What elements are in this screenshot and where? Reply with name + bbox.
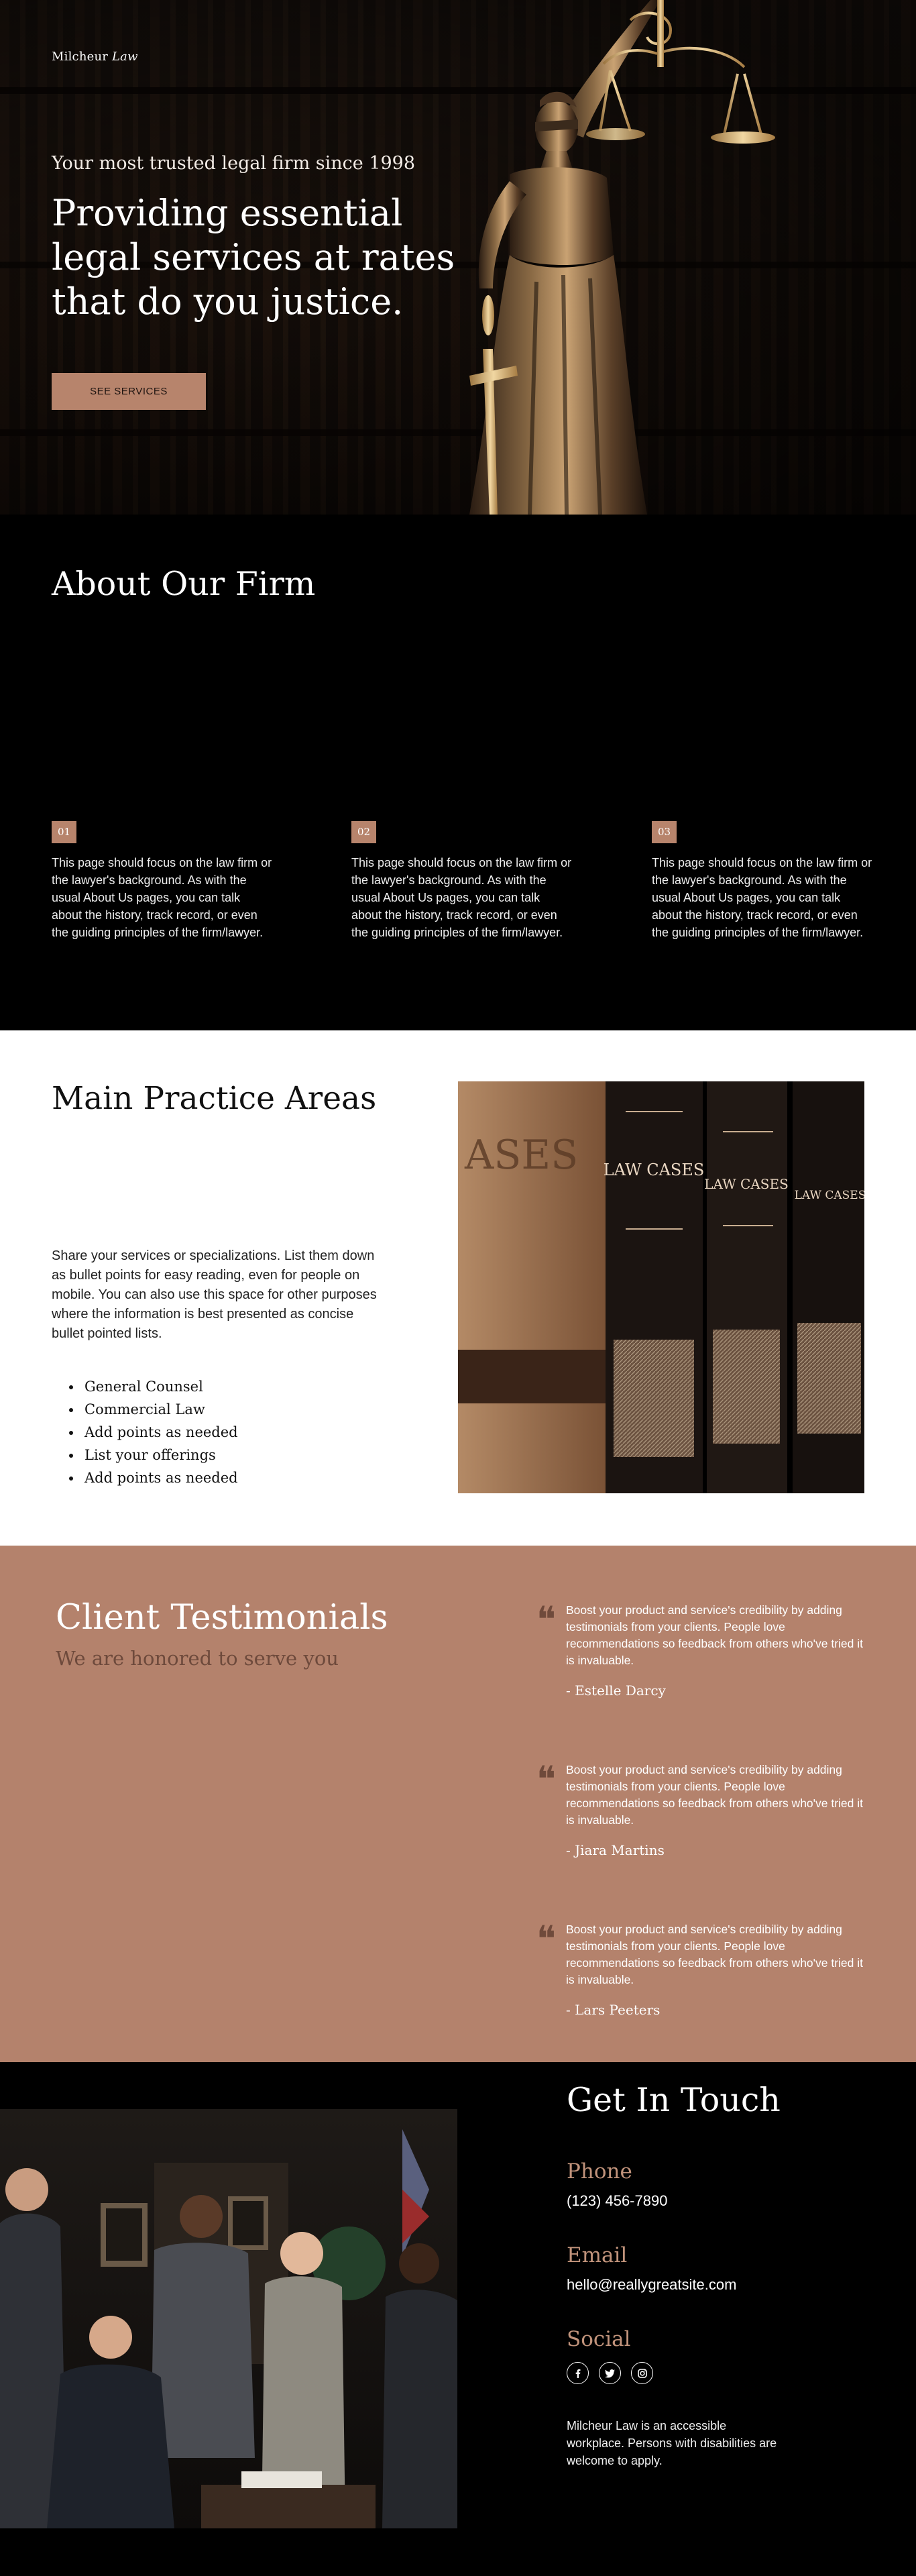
phone-label: Phone bbox=[567, 2159, 632, 2184]
testimonials-subtitle: We are honored to serve you bbox=[56, 1647, 339, 1670]
testimonial-item: ❝ Boost your product and service's credi… bbox=[536, 1602, 872, 1699]
svg-text:ASES: ASES bbox=[464, 1132, 578, 1179]
quote-icon: ❝ bbox=[536, 1918, 557, 1960]
testimonial-item: ❝ Boost your product and service's credi… bbox=[536, 1758, 872, 1859]
about-number-badge: 01 bbox=[52, 821, 76, 843]
list-item: List your offerings bbox=[82, 1444, 238, 1466]
quote-icon: ❝ bbox=[536, 1758, 557, 1801]
book-label: LAW CASES bbox=[604, 1161, 705, 1179]
see-services-button[interactable]: SEE SERVICES bbox=[52, 373, 206, 410]
twitter-icon[interactable] bbox=[599, 2362, 621, 2384]
brand-logo[interactable]: Milcheur Law bbox=[52, 50, 138, 64]
list-item: General Counsel bbox=[82, 1375, 238, 1398]
about-section: About Our Firm 01 This page should focus… bbox=[0, 515, 916, 1030]
email-label: Email bbox=[567, 2243, 628, 2267]
testimonials-title: Client Testimonials bbox=[56, 1598, 388, 1638]
testimonial-item: ❝ Boost your product and service's credi… bbox=[536, 1918, 872, 2019]
practice-title: Main Practice Areas bbox=[52, 1080, 377, 1117]
about-column: 02 This page should focus on the law fir… bbox=[351, 821, 573, 941]
practice-section: Main Practice Areas Share your services … bbox=[0, 1030, 916, 1546]
testimonials-section: Client Testimonials We are honored to se… bbox=[0, 1546, 916, 2062]
legal-team-photo bbox=[0, 2109, 457, 2528]
contact-section: Get In Touch Phone (123) 456-7890 Email … bbox=[0, 2062, 916, 2576]
accessibility-note: Milcheur Law is an accessible workplace.… bbox=[567, 2419, 777, 2467]
facebook-icon[interactable] bbox=[567, 2362, 589, 2384]
about-text: This page should focus on the law firm o… bbox=[652, 856, 872, 939]
social-links bbox=[567, 2362, 653, 2384]
testimonial-text: Boost your product and service's credibi… bbox=[566, 1603, 863, 1667]
testimonial-author: - Lars Peeters bbox=[566, 2002, 661, 2018]
about-title: About Our Firm bbox=[52, 565, 316, 603]
testimonial-text: Boost your product and service's credibi… bbox=[566, 1763, 863, 1827]
quote-icon: ❝ bbox=[536, 1599, 557, 1641]
about-number-badge: 03 bbox=[652, 821, 677, 843]
about-number-badge: 02 bbox=[351, 821, 376, 843]
testimonial-author: - Jiara Martins bbox=[566, 1842, 665, 1858]
about-column: 01 This page should focus on the law fir… bbox=[52, 821, 273, 941]
about-text: This page should focus on the law firm o… bbox=[351, 856, 572, 939]
lady-justice-statue-image bbox=[469, 0, 775, 515]
testimonial-author: - Estelle Darcy bbox=[566, 1682, 666, 1699]
book-label: LAW CASES bbox=[795, 1189, 864, 1202]
about-column: 03 This page should focus on the law fir… bbox=[652, 821, 873, 941]
email-value[interactable]: hello@reallygreatsite.com bbox=[567, 2276, 736, 2294]
instagram-icon[interactable] bbox=[631, 2362, 653, 2384]
brand-name-italic: Law bbox=[112, 50, 138, 64]
book-label: LAW CASES bbox=[704, 1176, 789, 1192]
hero-title: Providing essential legal services at ra… bbox=[52, 192, 455, 323]
hero-section: Milcheur Law Your most trusted legal fir… bbox=[0, 0, 916, 515]
list-item: Add points as needed bbox=[82, 1421, 238, 1444]
social-label: Social bbox=[567, 2327, 631, 2351]
brand-name: Milcheur bbox=[52, 50, 109, 64]
list-item: Commercial Law bbox=[82, 1398, 238, 1421]
practice-description: Share your services or specializations. … bbox=[52, 1248, 377, 1341]
law-books-image: LAW CASES LAW CASES LAW CASES ASES bbox=[458, 1081, 864, 1493]
contact-title: Get In Touch bbox=[567, 2081, 781, 2119]
hero-kicker: Your most trusted legal firm since 1998 bbox=[52, 153, 416, 174]
practice-list: General Counsel Commercial Law Add point… bbox=[52, 1375, 238, 1489]
testimonial-text: Boost your product and service's credibi… bbox=[566, 1923, 863, 1986]
list-item: Add points as needed bbox=[82, 1466, 238, 1489]
phone-value[interactable]: (123) 456-7890 bbox=[567, 2192, 667, 2210]
about-text: This page should focus on the law firm o… bbox=[52, 856, 272, 939]
